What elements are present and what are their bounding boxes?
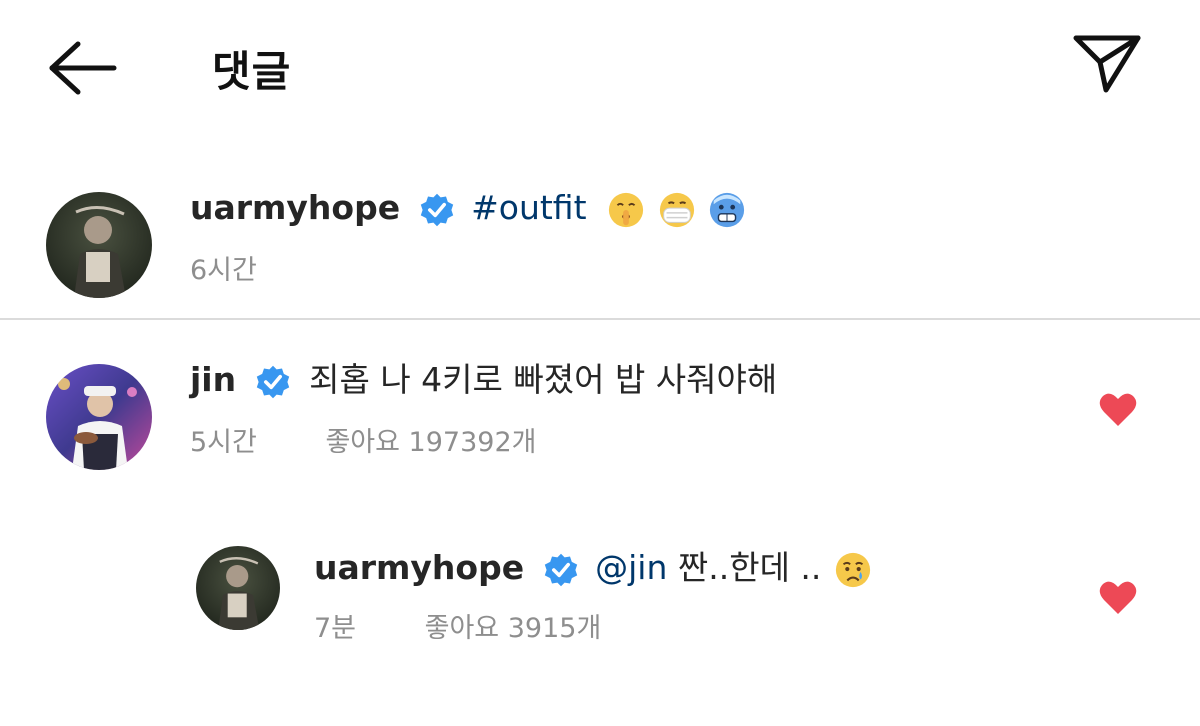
verified-badge-icon <box>544 553 577 586</box>
arrow-left-icon <box>49 41 117 95</box>
profile-photo <box>46 364 152 470</box>
verified-badge-icon <box>256 365 289 398</box>
shushing-face-emoji <box>608 192 644 227</box>
caption-username[interactable]: uarmyhope <box>190 188 400 227</box>
profile-photo <box>196 546 280 630</box>
comment-likes[interactable]: 좋아요 197392개 <box>325 427 536 458</box>
header-bar: 댓글 <box>0 0 1200 130</box>
reply-likes[interactable]: 좋아요 3915개 <box>425 613 602 644</box>
heart-icon <box>1099 393 1137 426</box>
reply-line: uarmyhope @jin 짠..한데 .. <box>314 548 872 589</box>
comment-username[interactable]: jin <box>190 360 236 399</box>
avatar[interactable] <box>196 546 280 630</box>
mention-link[interactable]: @jin <box>595 548 667 587</box>
heart-icon <box>1099 581 1137 614</box>
avatar[interactable] <box>46 192 152 298</box>
crying-face-emoji <box>835 552 871 587</box>
comment-time: 5시간 <box>190 427 257 458</box>
back-button[interactable] <box>42 36 122 100</box>
comment-line: jin 죄홉 나 4키로 빠졌어 밥 사줘야해 <box>190 360 777 400</box>
hashtag-link[interactable]: #outfit <box>471 188 586 227</box>
share-button[interactable] <box>1068 28 1144 98</box>
divider <box>0 318 1200 320</box>
reply-text: 짠..한데 .. <box>677 548 822 587</box>
page-title: 댓글 <box>212 47 292 96</box>
paper-plane-icon <box>1073 35 1141 93</box>
face-with-medical-mask-emoji <box>659 192 694 227</box>
like-button[interactable] <box>1098 392 1138 432</box>
reply-time: 7분 <box>314 613 357 644</box>
caption-time: 6시간 <box>190 255 257 286</box>
caption-line: uarmyhope #outfit <box>190 188 746 229</box>
comment-meta: 5시간 좋아요 197392개 <box>190 420 536 459</box>
profile-photo <box>46 192 152 298</box>
like-button[interactable] <box>1098 580 1138 620</box>
verified-badge-icon <box>420 193 453 226</box>
cold-face-emoji <box>709 192 745 227</box>
avatar[interactable] <box>46 364 152 470</box>
reply-username[interactable]: uarmyhope <box>314 548 524 587</box>
comment-text: 죄홉 나 4키로 빠졌어 밥 사줘야해 <box>309 360 778 399</box>
reply-meta: 7분 좋아요 3915개 <box>314 606 601 645</box>
